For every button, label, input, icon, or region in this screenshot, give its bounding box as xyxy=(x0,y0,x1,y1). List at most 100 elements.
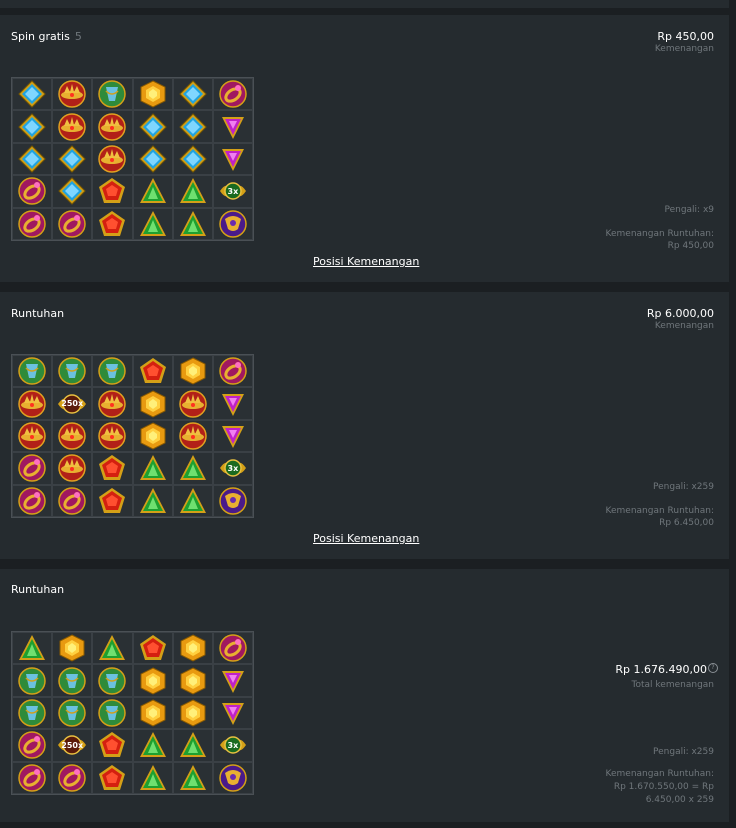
red-pentagon-icon xyxy=(97,486,127,516)
reel-cell: 250x xyxy=(52,729,93,762)
reel-cell xyxy=(92,355,133,388)
gold-hexagon-icon xyxy=(138,421,168,451)
green-triangle-icon xyxy=(178,453,208,483)
reel-cell xyxy=(172,632,213,665)
reel-cell xyxy=(172,142,213,176)
reel-cell xyxy=(12,419,53,453)
reel-cell xyxy=(92,78,133,111)
reel-cell xyxy=(212,696,253,730)
reel-cell xyxy=(132,207,173,240)
cascade-value: Rp 450,00 xyxy=(667,241,714,251)
red-pentagon-icon xyxy=(97,209,127,239)
cascade-value-line-1: Rp 1.670.550,00 = Rp xyxy=(613,782,714,792)
reel-cell xyxy=(52,761,93,794)
pink-ring-icon xyxy=(17,486,47,516)
reel-cell xyxy=(12,207,53,240)
green-blue-orb-icon xyxy=(17,666,47,696)
reel-cell xyxy=(212,387,253,420)
green-triangle-icon xyxy=(138,730,168,760)
red-pentagon-icon xyxy=(97,453,127,483)
reel-cell xyxy=(212,761,253,794)
reel-cell xyxy=(52,207,93,240)
red-pentagon-icon xyxy=(97,763,127,793)
green-blue-orb-icon xyxy=(57,666,87,696)
reel-cell xyxy=(132,452,173,485)
green-blue-orb-icon xyxy=(97,698,127,728)
green-triangle-icon xyxy=(17,633,47,663)
question-icon[interactable]: ? xyxy=(708,663,718,673)
total-win-value: Rp 1.676.490,00 xyxy=(615,663,707,676)
blue-diamond-icon xyxy=(178,79,208,109)
green-triangle-icon xyxy=(178,486,208,516)
blue-diamond-icon xyxy=(178,112,208,142)
reel-cell xyxy=(132,142,173,176)
reel-cell xyxy=(132,761,173,794)
panel-title: Runtuhan xyxy=(11,583,65,596)
reel-cell xyxy=(52,355,93,388)
cascade-label: Kemenangan Runtuhan: xyxy=(605,229,714,239)
reel-cell xyxy=(172,484,213,517)
reel-cell xyxy=(92,419,133,453)
red-crown-icon xyxy=(97,112,127,142)
reel-cell xyxy=(52,664,93,697)
cascade-label: Kemenangan Runtuhan: xyxy=(605,506,714,516)
gold-hexagon-icon xyxy=(138,389,168,419)
reel-cell xyxy=(92,175,133,208)
reel-cell xyxy=(12,78,53,111)
blue-diamond-icon xyxy=(138,144,168,174)
reel-cell xyxy=(92,207,133,240)
red-pentagon-icon xyxy=(97,176,127,206)
red-crown-icon xyxy=(97,389,127,419)
reel-cell xyxy=(12,761,53,794)
reel-cell xyxy=(92,110,133,143)
red-pentagon-icon xyxy=(138,633,168,663)
multiplier-label: 3x xyxy=(227,463,239,473)
reel-cell xyxy=(52,175,93,208)
gold-hexagon-icon xyxy=(178,698,208,728)
reel-cell xyxy=(12,664,53,697)
reel-cell xyxy=(212,664,253,697)
red-crown-icon xyxy=(178,421,208,451)
purple-triangle-icon xyxy=(218,144,248,174)
red-crown-icon xyxy=(57,453,87,483)
reel-grid: 250x 3x xyxy=(11,631,254,795)
multiplier-text: Pengali: x259 xyxy=(653,482,714,492)
blue-diamond-icon xyxy=(178,144,208,174)
pink-ring-icon xyxy=(17,209,47,239)
spin-panel-2: Runtuhan Rp 6.000,00 Kemenangan 250x 3x P… xyxy=(0,292,729,559)
gold-hexagon-icon xyxy=(138,698,168,728)
reel-cell xyxy=(172,664,213,697)
panel-title: Runtuhan xyxy=(11,307,65,320)
reel-cell xyxy=(52,696,93,730)
reel-cell xyxy=(92,452,133,485)
green-triangle-icon xyxy=(178,176,208,206)
purple-triangle-icon xyxy=(218,698,248,728)
reel-cell xyxy=(172,110,213,143)
winning-positions-link[interactable]: Posisi Kemenangan xyxy=(313,532,419,545)
purple-scarab-icon xyxy=(218,763,248,793)
reel-cell xyxy=(172,452,213,485)
reel-cell xyxy=(52,484,93,517)
reel-cell xyxy=(212,355,253,388)
green-triangle-icon xyxy=(138,453,168,483)
pink-ring-icon xyxy=(17,763,47,793)
red-crown-icon xyxy=(97,421,127,451)
reel-cell xyxy=(172,761,213,794)
reel-cell: 3x xyxy=(212,175,253,208)
winning-positions-link[interactable]: Posisi Kemenangan xyxy=(313,255,419,268)
reel-cell xyxy=(132,355,173,388)
reel-cell: 250x xyxy=(52,387,93,420)
reel-cell xyxy=(12,355,53,388)
reel-cell xyxy=(92,729,133,762)
pink-ring-icon xyxy=(218,633,248,663)
multiplier-label: 3x xyxy=(227,740,239,750)
reel-cell xyxy=(12,484,53,517)
multiplier-label: 250x xyxy=(61,740,84,750)
red-crown-icon xyxy=(57,79,87,109)
cascade-label: Kemenangan Runtuhan: xyxy=(605,769,714,779)
pink-ring-icon xyxy=(57,486,87,516)
reel-cell xyxy=(132,387,173,420)
green-triangle-icon xyxy=(178,209,208,239)
reel-cell xyxy=(92,142,133,176)
multiplier-label: 3x xyxy=(227,186,239,196)
